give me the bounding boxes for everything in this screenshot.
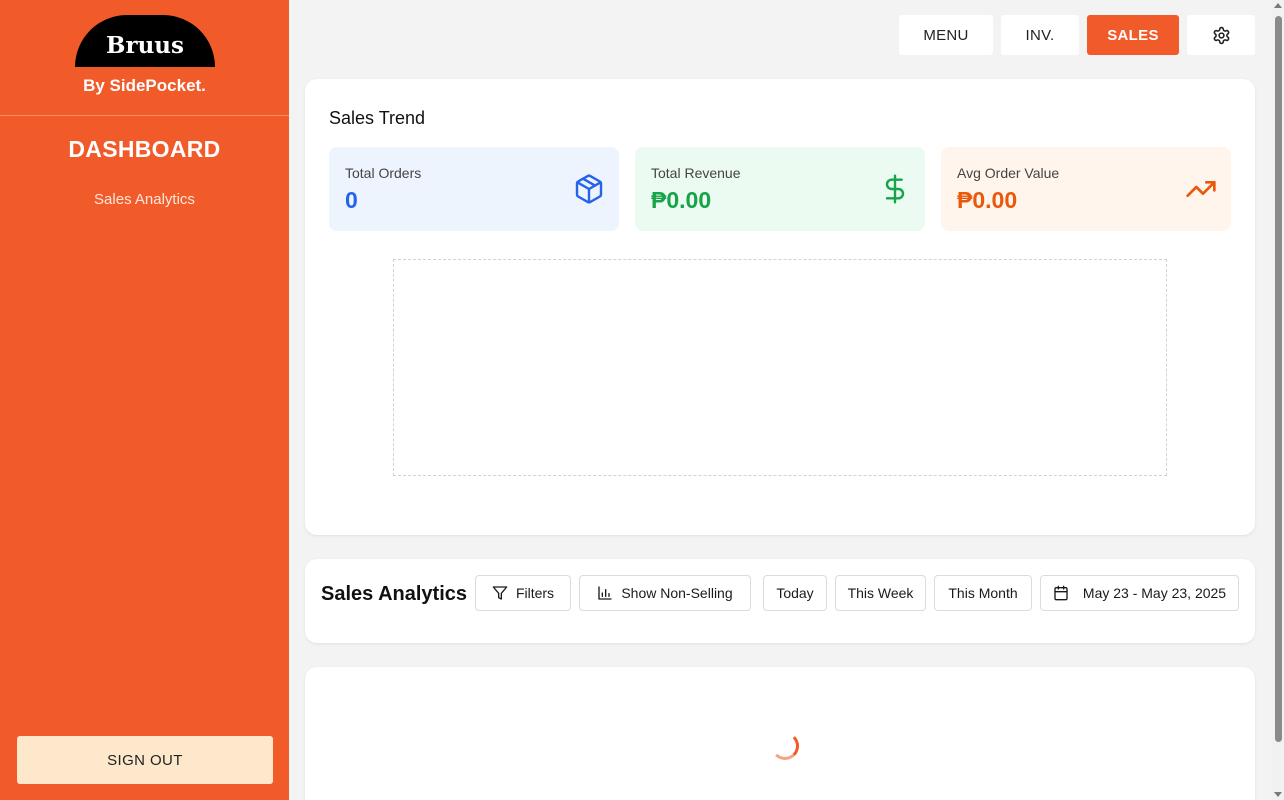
stat-label: Total Revenue [651,165,741,181]
nav-sales-button[interactable]: SALES [1087,15,1179,55]
dollar-icon [885,174,905,204]
byline: By SidePocket. [83,76,206,95]
today-button[interactable]: Today [763,575,827,611]
filters-button[interactable]: Filters [475,575,571,611]
nav-menu-button[interactable]: MENU [899,15,993,55]
scroll-down-arrow-icon[interactable] [1274,792,1282,797]
stat-avg-order-value: Avg Order Value ₱0.00 [941,147,1231,231]
settings-button[interactable] [1187,15,1255,55]
logo: Bruus [75,15,215,67]
stat-value: 0 [345,187,358,213]
stat-label: Total Orders [345,165,422,181]
filter-icon [492,586,508,600]
sales-trend-title: Sales Trend [329,108,426,128]
date-range-picker[interactable]: May 23 - May 23, 2025 [1040,575,1239,611]
show-non-selling-label: Show Non-Selling [621,585,733,601]
sidebar-divider [0,115,289,116]
scrollbar-thumb[interactable] [1275,16,1282,742]
stat-total-revenue: Total Revenue ₱0.00 [635,147,925,231]
stat-label: Avg Order Value [957,165,1060,181]
stat-value: ₱0.00 [957,187,1018,213]
package-icon [575,174,603,204]
logo-text: Bruus [106,31,184,59]
sidebar-item-sales-analytics[interactable]: Sales Analytics [0,191,289,208]
nav-inventory-button[interactable]: INV. [1001,15,1079,55]
sign-out-button[interactable]: SIGN OUT [17,736,273,784]
sidebar: Bruus By SidePocket. DASHBOARD Sales Ana… [0,0,289,800]
trending-up-icon [1186,181,1216,197]
bar-chart-icon [598,586,613,600]
this-week-button[interactable]: This Week [835,575,926,611]
page-scrollbar[interactable] [1272,0,1284,800]
filters-label: Filters [515,585,555,601]
analytics-results-card [305,667,1255,800]
sales-analytics-card: Sales Analytics Filters Show Non-Selling… [305,559,1255,643]
dashboard-title: DASHBOARD [68,136,221,162]
loading-spinner [771,732,799,760]
sales-trend-card: Sales Trend Total Orders 0 Total Revenue… [305,79,1255,535]
this-month-button[interactable]: This Month [934,575,1032,611]
stat-total-orders: Total Orders 0 [329,147,619,231]
sales-analytics-title: Sales Analytics [321,583,468,605]
gear-icon [1213,26,1229,44]
stat-value: ₱0.00 [651,187,712,213]
scroll-up-arrow-icon[interactable] [1274,3,1282,8]
show-non-selling-button[interactable]: Show Non-Selling [579,575,751,611]
calendar-icon [1054,585,1068,601]
date-range-label: May 23 - May 23, 2025 [1082,585,1227,601]
chart-placeholder [393,259,1167,476]
